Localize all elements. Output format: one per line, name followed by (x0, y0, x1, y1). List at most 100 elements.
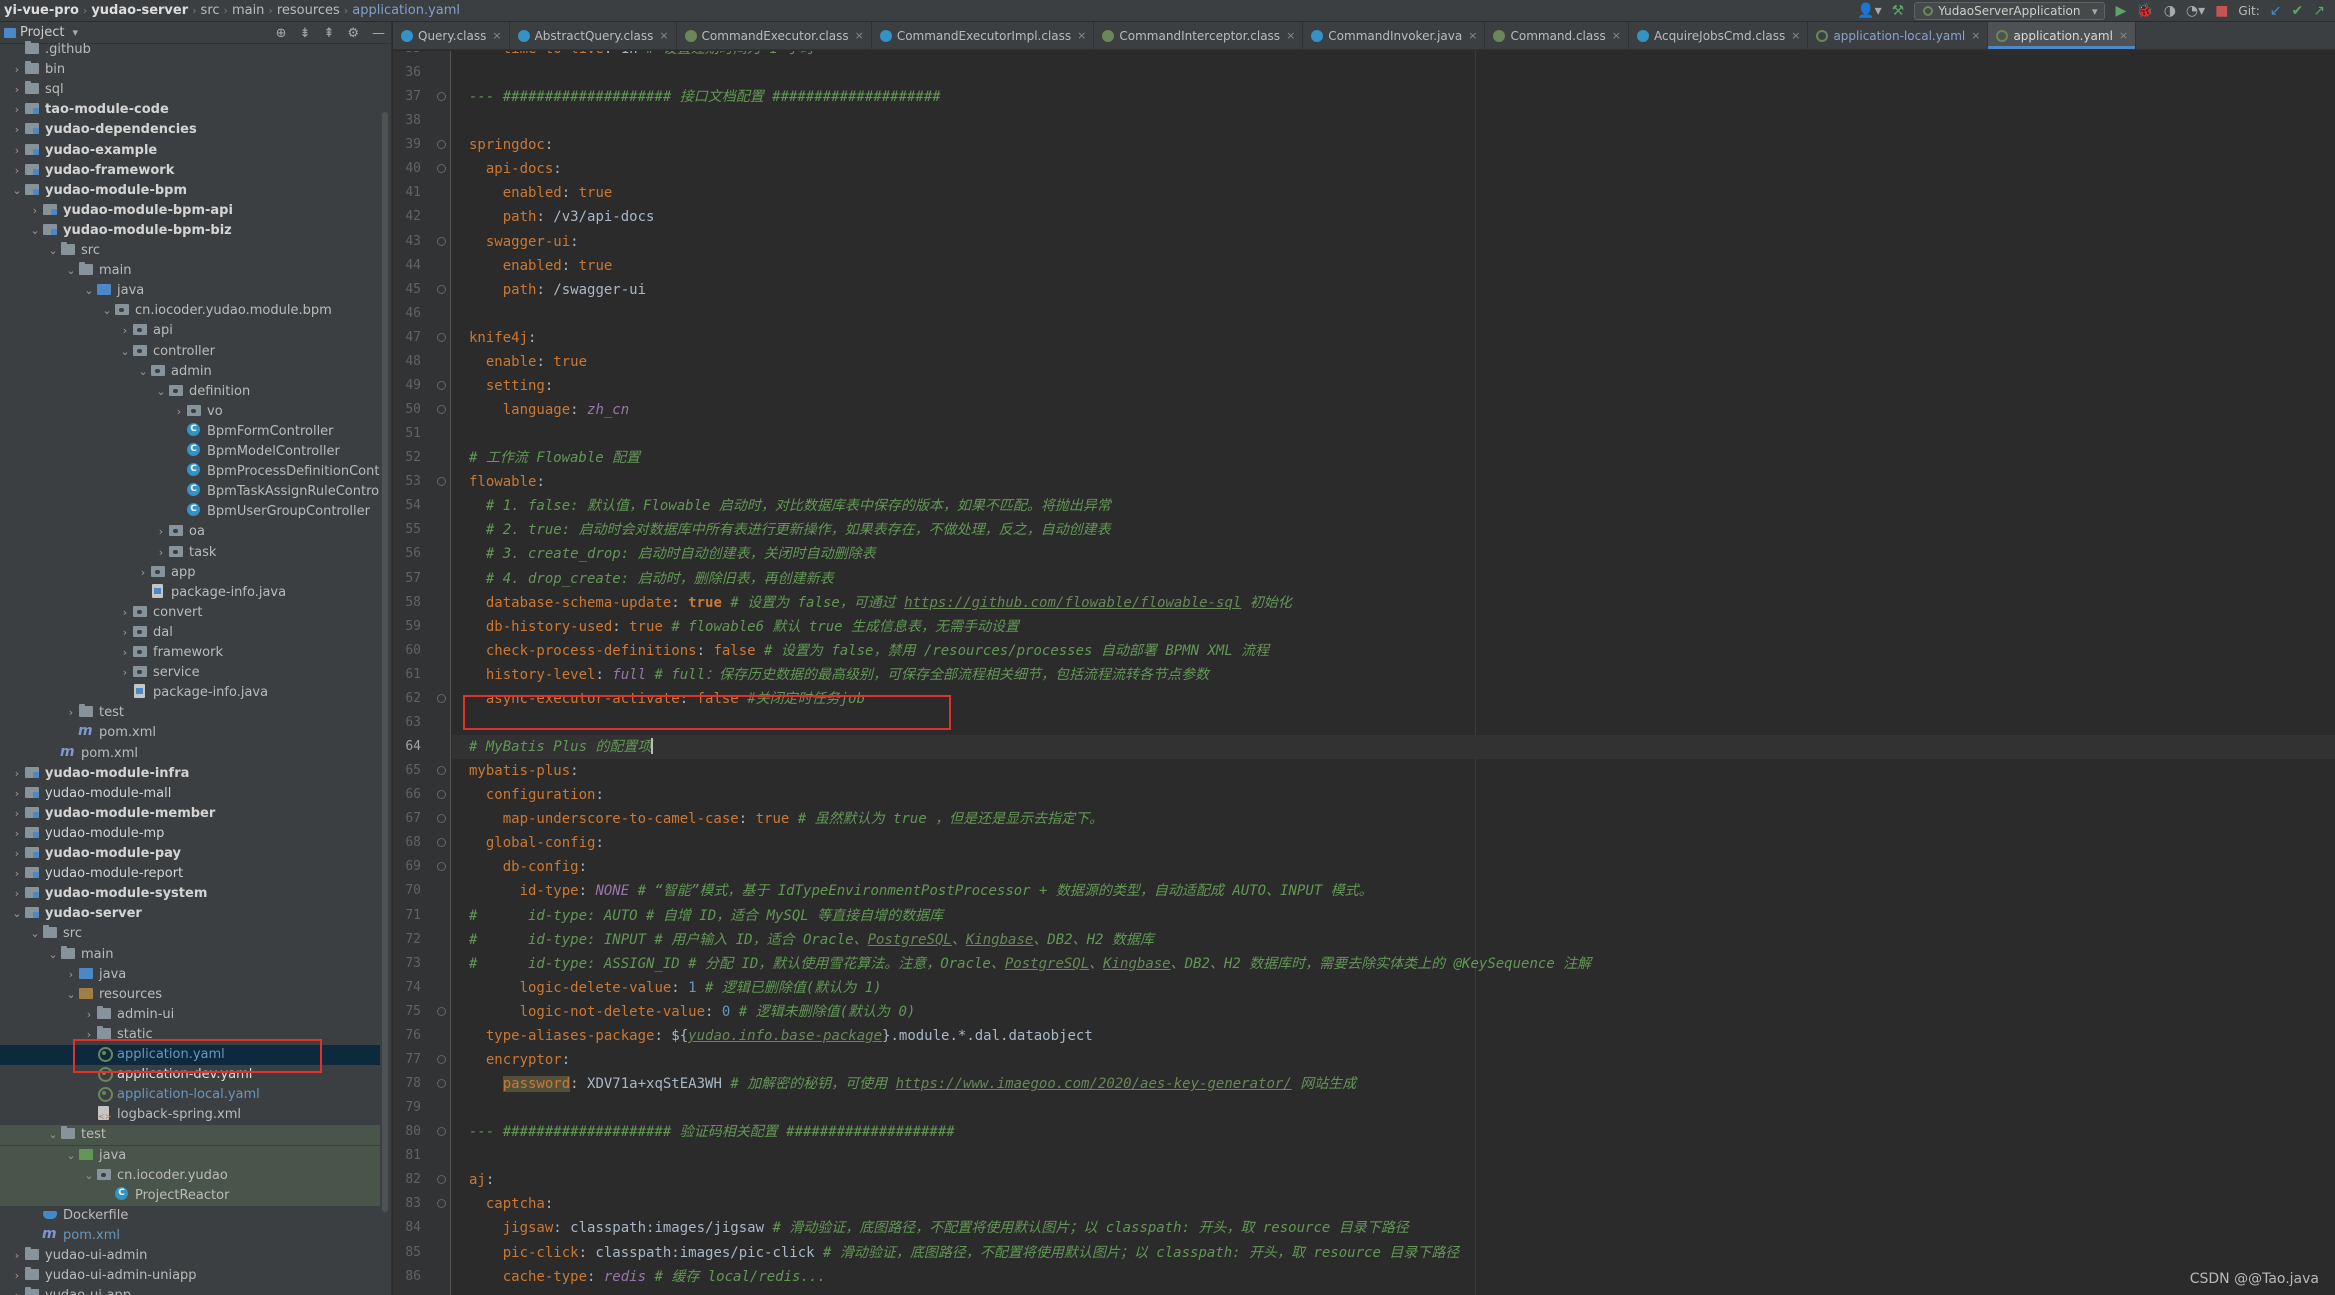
chevron-right-icon[interactable]: › (118, 663, 132, 683)
close-icon[interactable]: × (1612, 29, 1621, 42)
tree-item[interactable]: › java (0, 965, 380, 985)
fold-marker-icon[interactable] (437, 284, 446, 294)
tree-item[interactable]: ⌄ definition (0, 382, 380, 402)
tree-item[interactable]: › convert (0, 603, 380, 623)
tree-item[interactable]: BpmUserGroupController (0, 502, 380, 522)
chevron-right-icon[interactable]: › (10, 60, 24, 80)
tree-item[interactable]: BpmFormController (0, 422, 380, 442)
debug-icon[interactable]: 🐞 (2136, 0, 2153, 22)
tree-item[interactable]: ⌄ yudao-module-bpm-biz (0, 221, 380, 241)
tree-item[interactable]: › yudao-framework (0, 161, 380, 181)
close-icon[interactable]: × (492, 29, 501, 42)
fold-marker-icon[interactable] (437, 693, 446, 703)
editor-tab[interactable]: CommandInterceptor.class × (1094, 22, 1304, 49)
tree-item[interactable]: ⌄ main (0, 261, 380, 281)
tree-item[interactable]: › yudao-module-system (0, 884, 380, 904)
chevron-right-icon[interactable]: › (118, 321, 132, 341)
close-icon[interactable]: × (2119, 29, 2128, 42)
fold-marker-icon[interactable] (437, 1054, 446, 1064)
close-icon[interactable]: × (1791, 29, 1800, 42)
editor-tab[interactable]: Command.class × (1485, 22, 1629, 49)
tree-item[interactable]: › admin-ui (0, 1005, 380, 1025)
chevron-right-icon[interactable]: › (118, 623, 132, 643)
git-push-icon[interactable]: ↗ (2313, 0, 2325, 22)
chevron-down-icon[interactable]: ⌄ (136, 362, 150, 382)
tree-item[interactable]: BpmTaskAssignRuleControll (0, 482, 380, 502)
chevron-down-icon[interactable]: ⌄ (154, 382, 168, 402)
editor-tab[interactable]: AcquireJobsCmd.class × (1629, 22, 1809, 49)
close-icon[interactable]: × (1468, 29, 1477, 42)
tree-item[interactable]: › yudao-module-member (0, 804, 380, 824)
editor-tab[interactable]: application-local.yaml × (1808, 22, 1989, 49)
chevron-right-icon[interactable]: › (10, 1266, 24, 1286)
git-update-icon[interactable]: ↙ (2270, 0, 2282, 22)
chevron-down-icon[interactable]: ⌄ (100, 301, 114, 321)
fold-marker-icon[interactable] (437, 236, 446, 246)
tree-item[interactable]: › framework (0, 643, 380, 663)
tree-item[interactable]: › yudao-module-infra (0, 764, 380, 784)
editor-tab[interactable]: application.yaml × (1988, 22, 2137, 49)
chevron-right-icon[interactable]: › (10, 824, 24, 844)
breadcrumb-item[interactable]: main (228, 3, 268, 18)
tree-item[interactable]: › yudao-ui-admin-uniapp (0, 1266, 380, 1286)
fold-marker-icon[interactable] (437, 405, 446, 415)
tree-item[interactable]: › vo (0, 402, 380, 422)
editor-tab[interactable]: CommandInvoker.java × (1303, 22, 1486, 49)
tree-item[interactable]: ⌄ controller (0, 342, 380, 362)
chevron-right-icon[interactable]: › (10, 764, 24, 784)
editor-tab[interactable]: CommandExecutorImpl.class × (872, 22, 1095, 49)
chevron-right-icon[interactable]: › (10, 120, 24, 140)
hide-panel-icon[interactable]: — (372, 26, 385, 41)
user-icon[interactable]: 👤▾ (1857, 0, 1881, 22)
chevron-down-icon[interactable]: ⌄ (64, 261, 78, 281)
tree-item[interactable]: ⌄ src (0, 241, 380, 261)
project-scrollbar[interactable] (382, 112, 388, 1212)
git-commit-icon[interactable]: ✔ (2292, 0, 2304, 22)
tree-item[interactable]: › yudao-module-bpm-api (0, 201, 380, 221)
tree-item[interactable]: › sql (0, 80, 380, 100)
chevron-right-icon[interactable]: › (82, 1005, 96, 1025)
fold-marker-icon[interactable] (437, 862, 446, 872)
chevron-right-icon[interactable]: › (10, 80, 24, 100)
editor-tab[interactable]: AbstractQuery.class × (510, 22, 677, 49)
chevron-right-icon[interactable]: › (10, 784, 24, 804)
close-icon[interactable]: × (855, 29, 864, 42)
fold-marker-icon[interactable] (437, 477, 446, 487)
tree-item[interactable]: BpmProcessDefinitionContr (0, 462, 380, 482)
breadcrumb-item[interactable]: resources (273, 3, 344, 18)
build-hammer-icon[interactable]: ⚒ (1892, 0, 1905, 22)
tree-item[interactable]: ⌄ test (0, 1125, 380, 1146)
profile-icon[interactable]: ◔▾ (2186, 0, 2205, 22)
run-icon[interactable]: ▶ (2115, 0, 2126, 22)
fold-marker-icon[interactable] (437, 1199, 446, 1209)
fold-marker-icon[interactable] (437, 332, 446, 342)
run-configuration-select[interactable]: YudaoServerApplication (1914, 2, 2106, 20)
breadcrumb-item[interactable]: yudao-server (87, 3, 192, 18)
chevron-down-icon[interactable]: ⌄ (82, 281, 96, 301)
tree-item[interactable]: › service (0, 663, 380, 683)
chevron-right-icon[interactable]: › (136, 563, 150, 583)
expand-all-icon[interactable]: ⇟ (300, 26, 311, 41)
fold-marker-icon[interactable] (437, 766, 446, 776)
chevron-right-icon[interactable]: › (172, 402, 186, 422)
tree-item[interactable]: ⌄ yudao-server (0, 904, 380, 924)
chevron-down-icon[interactable]: ⌄ (46, 241, 60, 261)
stop-icon[interactable]: ■ (2215, 0, 2228, 22)
close-icon[interactable]: × (1971, 29, 1980, 42)
chevron-right-icon[interactable]: › (10, 1246, 24, 1266)
fold-marker-icon[interactable] (437, 838, 446, 848)
tree-item[interactable]: › yudao-module-report (0, 864, 380, 884)
chevron-right-icon[interactable]: › (10, 884, 24, 904)
tree-item[interactable]: › yudao-ui-admin (0, 1246, 380, 1266)
collapse-all-icon[interactable]: ⇞ (323, 26, 334, 41)
close-icon[interactable]: × (1077, 29, 1086, 42)
chevron-right-icon[interactable]: › (154, 522, 168, 542)
tree-item[interactable]: › yudao-module-mp (0, 824, 380, 844)
chevron-right-icon[interactable]: › (10, 844, 24, 864)
chevron-right-icon[interactable]: › (64, 965, 78, 985)
tree-item[interactable]: ⌄ admin (0, 362, 380, 382)
tree-item[interactable]: › oa (0, 522, 380, 542)
fold-marker-icon[interactable] (437, 814, 446, 824)
tree-item[interactable]: pom.xml (0, 1226, 380, 1246)
tree-item[interactable]: ProjectReactor (0, 1185, 380, 1206)
